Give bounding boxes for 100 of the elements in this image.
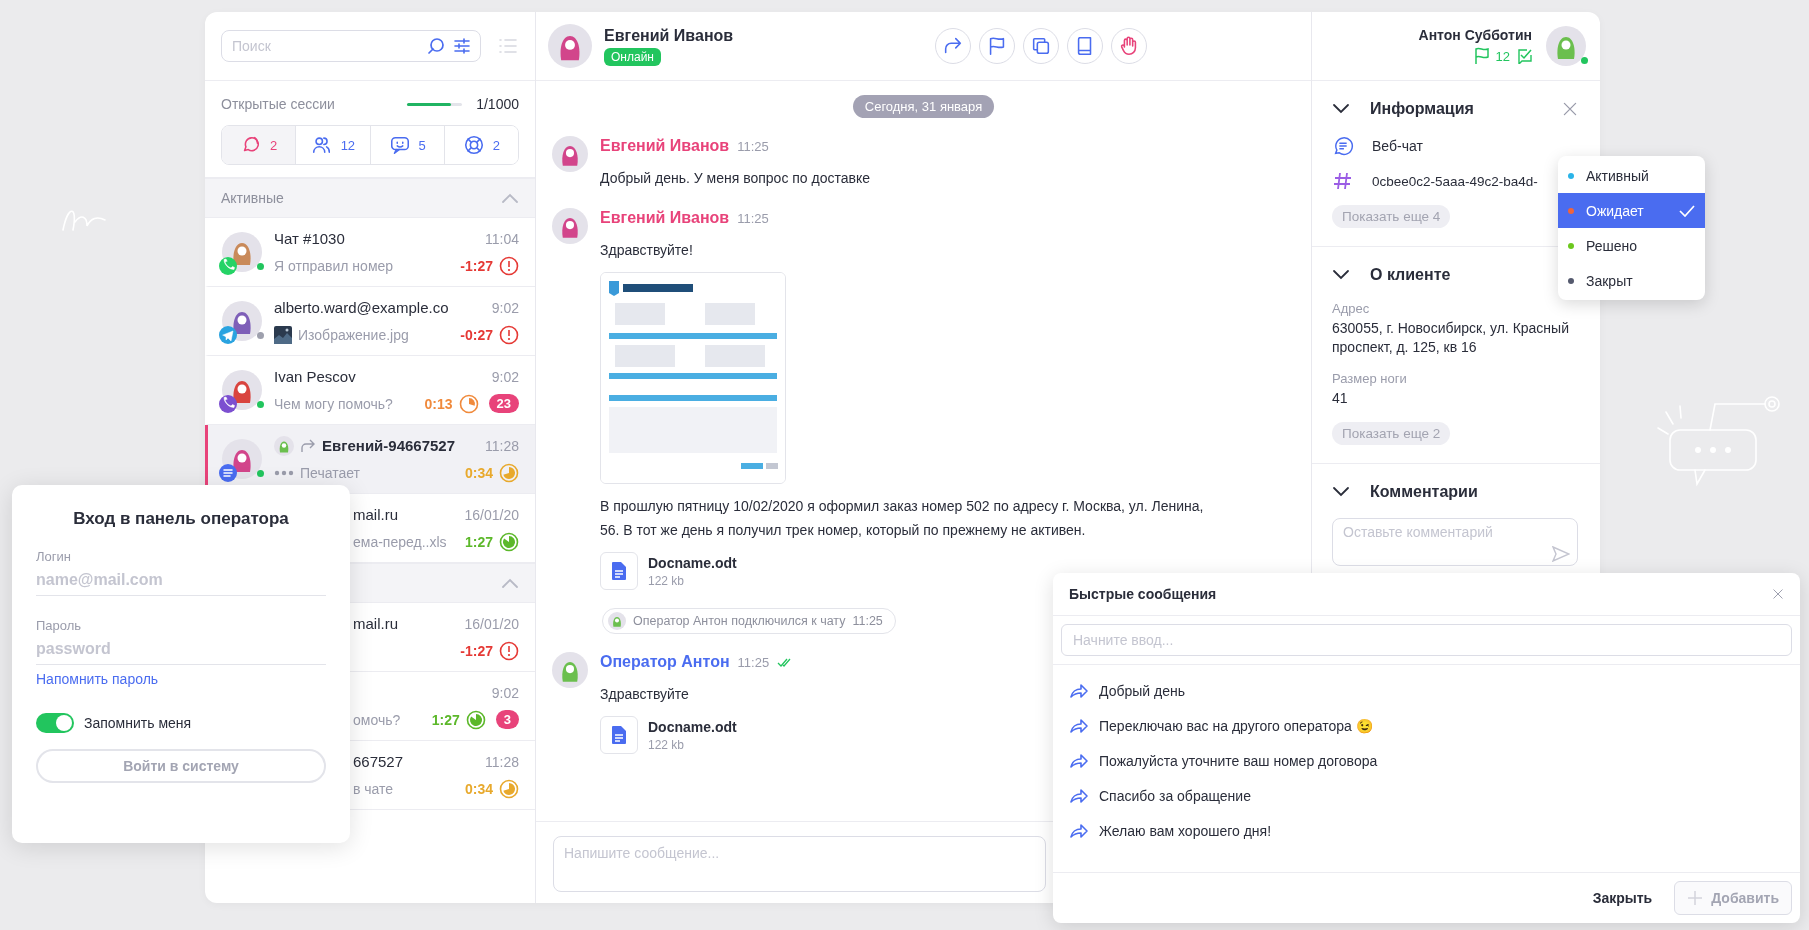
avatar	[548, 24, 592, 68]
hash-icon	[1332, 171, 1354, 191]
field-value: 41	[1332, 389, 1349, 408]
quick-message-item[interactable]: Добрый день	[1069, 673, 1784, 708]
chat-preview: Печатает	[300, 464, 360, 481]
chat-timer: -1:27	[460, 257, 493, 274]
plus-icon	[1687, 890, 1704, 906]
status-label: Закрыт	[1586, 272, 1633, 289]
chat-timer: 1:27	[464, 533, 493, 550]
chat-list-item[interactable]: Чат #1030 11:04 Я отправил номер -1:27	[205, 218, 535, 287]
action-button[interactable]	[979, 28, 1016, 64]
status-badge: Онлайн	[604, 47, 661, 66]
reply-arrow-icon	[1069, 717, 1089, 734]
avatar	[274, 435, 294, 456]
section-title: Активные	[221, 190, 284, 206]
status-option[interactable]: Ожидает	[1558, 193, 1705, 228]
chat-preview: Я отправил номер	[274, 257, 394, 274]
avatar	[552, 208, 588, 244]
field-value: 630055, г. Новосибирск, ул. Красный проспект, д. 125, кв 16	[1332, 319, 1570, 357]
timer-icon	[499, 462, 519, 483]
search-field[interactable]: Поиск	[221, 30, 481, 62]
notice-text: Оператор Антон подключился к чату	[633, 614, 846, 628]
comment-field[interactable]: Оставьте комментарий	[1332, 518, 1578, 566]
channel-name: Веб-чат	[1372, 138, 1423, 154]
chat-list-item[interactable]: Евгений-94667527 11:28 Печатает 0:34	[205, 425, 535, 494]
message-text: Добрый день. У меня вопрос по доставке	[600, 169, 871, 188]
toggle-label: Запомнить меня	[84, 715, 192, 731]
chat-name: Ivan Pescov	[274, 368, 356, 385]
alert-icon	[499, 640, 519, 661]
chat-name: Чат #1030	[274, 230, 345, 247]
close-icon[interactable]	[1772, 588, 1784, 600]
chat-name: alberto.ward@example.co	[274, 299, 449, 316]
chat-preview: омочь?	[353, 711, 401, 728]
chat-time: 11:28	[485, 753, 519, 770]
section-title: О клиенте	[1370, 266, 1452, 284]
status-option[interactable]: Активный	[1558, 158, 1705, 193]
document-icon	[611, 561, 627, 581]
reply-arrow-icon	[1069, 787, 1089, 804]
message-text: Здравствуйте	[600, 685, 689, 704]
search-field[interactable]: Начните ввод...	[1061, 624, 1792, 656]
close-button[interactable]: Закрыть	[1586, 889, 1659, 907]
status-option[interactable]: Решено	[1558, 228, 1705, 263]
avatar	[552, 136, 588, 172]
message-input[interactable]: Напишите сообщение...	[553, 836, 1046, 892]
action-button[interactable]	[935, 28, 972, 64]
author-name: Евгений Иванов	[600, 137, 730, 155]
field-label: Пароль	[36, 618, 83, 633]
chevron-icon[interactable]	[1332, 269, 1350, 281]
sessions-progress	[407, 102, 463, 106]
field-label: Логин	[36, 549, 72, 564]
author-name: Оператор Антон	[600, 653, 730, 671]
chat-name: mail.ru	[353, 506, 398, 523]
dialog-title: Быстрые сообщения	[1069, 586, 1217, 602]
action-button[interactable]	[1111, 28, 1148, 64]
search-icon[interactable]	[427, 37, 445, 55]
file-size: 122 kb	[648, 737, 686, 752]
message-text: В прошлую пятницу 10/02/2020 я оформил заказ номер 502 по адресу г. Москва, ул. Ленина, 56. В тот же день я получил трек номер, который по прежнему не активен.	[600, 497, 1205, 540]
action-button[interactable]	[1023, 28, 1060, 64]
status-label: Ожидает	[1586, 202, 1644, 219]
quick-message-item[interactable]: Переключаю вас на другого оператора 😉	[1069, 708, 1784, 743]
action-button[interactable]	[1067, 28, 1104, 64]
chat-name: mail.ru	[353, 615, 398, 632]
file-name[interactable]: Docname.odt	[648, 718, 737, 735]
chat-preview: ема-перед..xls	[353, 533, 447, 550]
file-name[interactable]: Docname.odt	[648, 554, 737, 571]
message-time: 11:25	[737, 210, 769, 226]
status-option[interactable]: Закрыт	[1558, 263, 1705, 298]
chat-timer: -1:27	[460, 642, 493, 659]
avatar	[552, 652, 588, 688]
chevron-icon[interactable]	[1332, 103, 1350, 115]
phone-badge-icon	[219, 257, 237, 275]
chat-time: 9:02	[491, 684, 519, 701]
remind-password-link[interactable]: Напомнить пароль	[36, 671, 159, 687]
quick-message-item[interactable]: Спасибо за обращение	[1069, 778, 1784, 813]
chat-name: 667527	[353, 753, 404, 770]
close-icon[interactable]	[1562, 101, 1578, 117]
filter-sliders-icon[interactable]	[453, 37, 471, 55]
date-divider: Сегодня, 31 января	[852, 95, 995, 118]
chat-preview: Изображение.jpg	[298, 326, 409, 343]
sessions-count: 1/1000	[476, 96, 519, 112]
timer-icon	[465, 709, 486, 730]
chat-timer: 1:27	[431, 711, 460, 728]
chat-list-item[interactable]: alberto.ward@example.co 9:02 Изображение.jpg -0:27	[205, 287, 535, 356]
timer-icon	[499, 778, 519, 799]
chat-timer: 0:34	[464, 464, 493, 481]
unread-count: 23	[488, 394, 519, 413]
remember-toggle[interactable]	[36, 713, 74, 733]
filter-tab[interactable]: 2	[222, 126, 297, 164]
chat-preview: в чате	[353, 780, 394, 797]
paper-plane-icon	[219, 326, 237, 344]
status-label: Активный	[1586, 167, 1649, 184]
reply-arrow-icon	[1069, 822, 1089, 839]
document-icon	[611, 725, 627, 745]
status-label: Решено	[1586, 237, 1638, 254]
message-time: 11:25	[737, 138, 769, 154]
alert-icon	[499, 255, 519, 276]
checked-chat-icon	[1516, 48, 1532, 64]
quick-message-item[interactable]: Пожалуйста уточните ваш номер договора	[1069, 743, 1784, 778]
quick-message-item[interactable]: Желаю вам хорошего дня!	[1069, 813, 1784, 848]
chevron-icon[interactable]	[1332, 486, 1350, 498]
